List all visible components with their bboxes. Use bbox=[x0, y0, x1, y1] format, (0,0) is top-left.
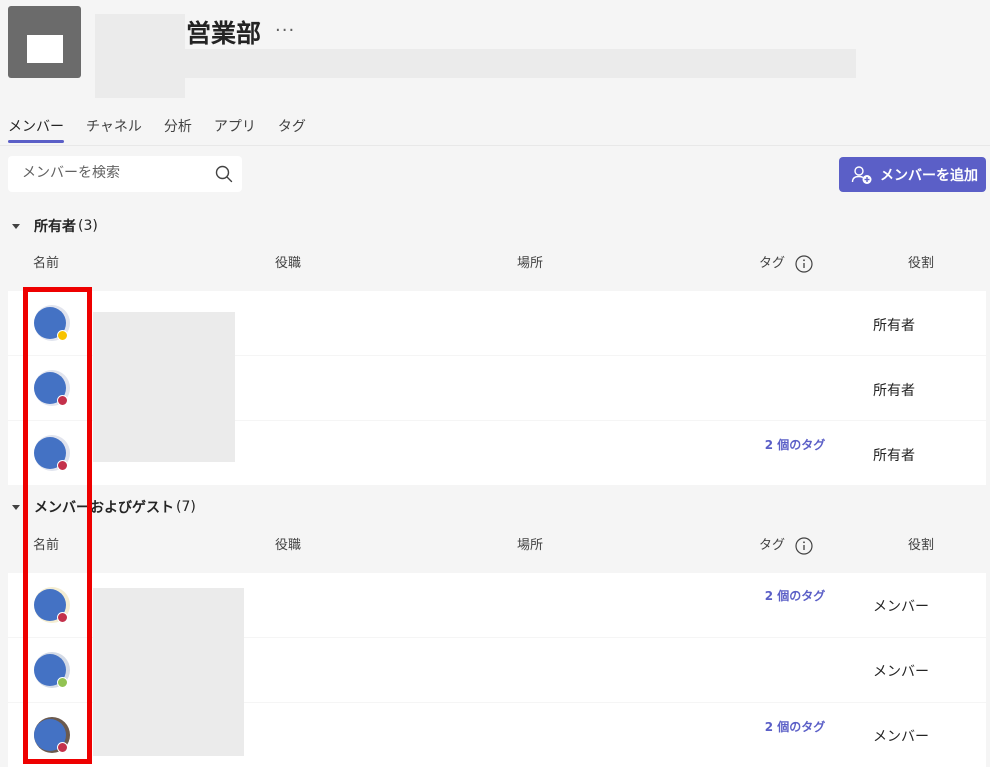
add-member-button[interactable]: メンバーを追加 bbox=[839, 157, 986, 192]
tab-analytics[interactable]: 分析 bbox=[164, 116, 192, 143]
role-cell: 所有者 bbox=[873, 383, 915, 399]
members-count: (7) bbox=[176, 499, 196, 515]
add-person-icon bbox=[851, 165, 872, 184]
tabs-divider bbox=[0, 145, 990, 146]
column-header-title[interactable]: 役職 bbox=[275, 252, 301, 271]
info-icon[interactable] bbox=[795, 536, 813, 555]
owner-names-redacted bbox=[93, 312, 235, 462]
chevron-down-icon bbox=[12, 504, 20, 510]
search-icon[interactable] bbox=[215, 165, 233, 183]
column-header-name[interactable]: 名前 bbox=[33, 252, 59, 271]
chevron-down-icon bbox=[12, 223, 20, 229]
column-header-tags-label: タグ bbox=[759, 256, 786, 271]
add-member-label: メンバーを追加 bbox=[880, 167, 978, 184]
redacted-area bbox=[95, 14, 185, 98]
tab-channels[interactable]: チャネル bbox=[86, 116, 142, 143]
role-cell: メンバー bbox=[873, 664, 929, 680]
team-name: 営業部 bbox=[186, 19, 262, 48]
column-header-role[interactable]: 役割 bbox=[908, 252, 934, 271]
tags-link[interactable]: 2 個のタグ bbox=[760, 437, 830, 453]
column-header-location[interactable]: 場所 bbox=[517, 534, 543, 553]
search-input[interactable] bbox=[22, 165, 212, 181]
column-header-tags[interactable]: タグ bbox=[759, 252, 813, 273]
tab-members[interactable]: メンバー bbox=[8, 116, 64, 143]
info-icon[interactable] bbox=[795, 254, 813, 273]
role-cell: 所有者 bbox=[873, 318, 915, 334]
team-description-redacted bbox=[185, 49, 856, 78]
tab-apps[interactable]: アプリ bbox=[214, 116, 256, 143]
team-avatar bbox=[8, 6, 81, 78]
role-cell: 所有者 bbox=[873, 448, 915, 464]
column-header-title[interactable]: 役職 bbox=[275, 534, 301, 553]
column-header-tags-label: タグ bbox=[759, 538, 786, 553]
role-cell: メンバー bbox=[873, 599, 929, 615]
column-header-tags[interactable]: タグ bbox=[759, 534, 813, 555]
team-avatar-glyph bbox=[27, 35, 63, 63]
owners-section-title: 所有者 bbox=[34, 219, 76, 235]
tab-tags[interactable]: タグ bbox=[278, 116, 306, 143]
tags-link[interactable]: 2 個のタグ bbox=[760, 719, 830, 735]
owners-count: (3) bbox=[78, 218, 98, 234]
owners-section-header[interactable]: 所有者 (3) bbox=[8, 216, 98, 236]
column-header-location[interactable]: 場所 bbox=[517, 252, 543, 271]
more-options-button[interactable]: ··· bbox=[275, 20, 295, 41]
column-header-role[interactable]: 役割 bbox=[908, 534, 934, 553]
search-box bbox=[8, 156, 242, 192]
tags-link[interactable]: 2 個のタグ bbox=[760, 588, 830, 604]
member-names-redacted bbox=[93, 588, 244, 756]
tab-bar: メンバー チャネル 分析 アプリ タグ bbox=[8, 116, 306, 143]
highlight-box bbox=[23, 287, 92, 764]
role-cell: メンバー bbox=[873, 729, 929, 745]
